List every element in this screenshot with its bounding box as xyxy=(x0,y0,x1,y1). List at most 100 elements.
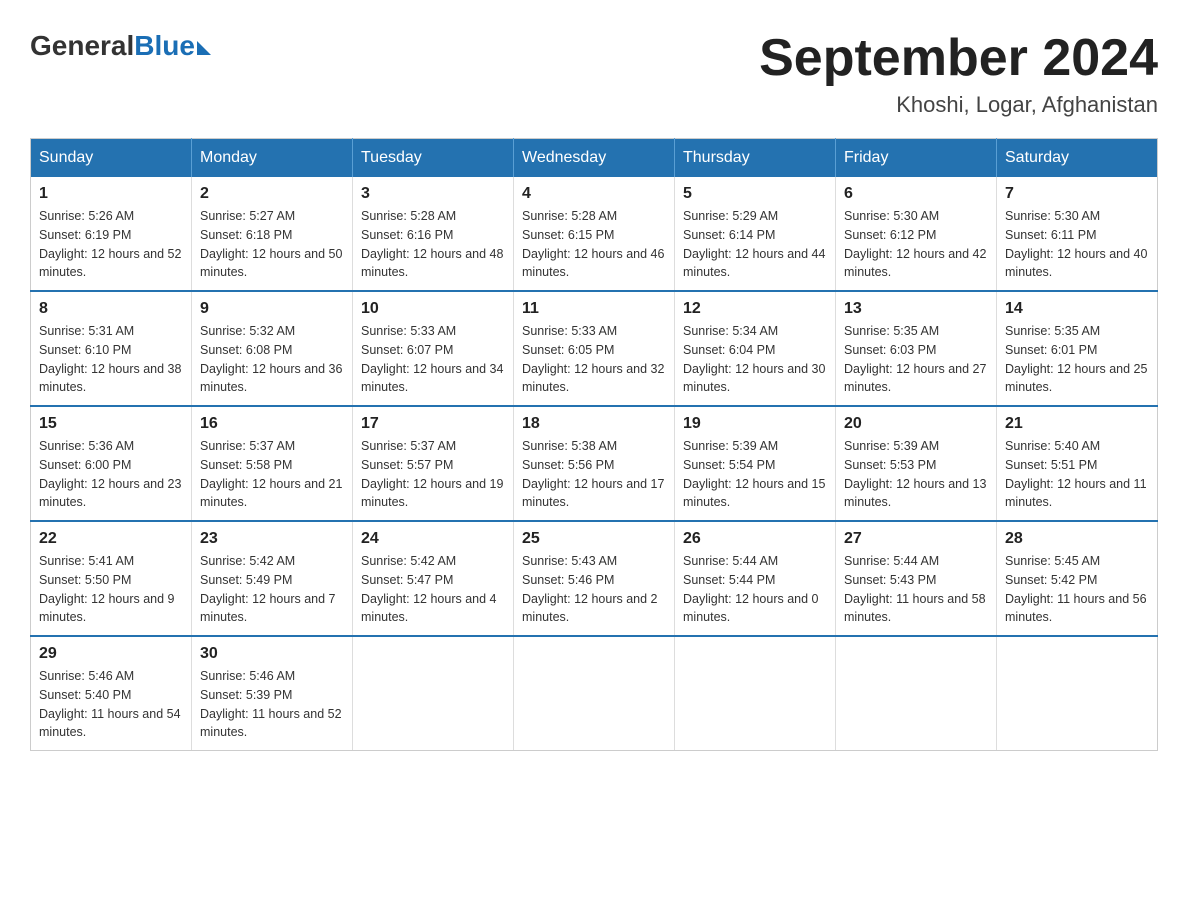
column-header-wednesday: Wednesday xyxy=(514,139,675,178)
day-number: 12 xyxy=(683,300,827,318)
calendar-cell: 3 Sunrise: 5:28 AMSunset: 6:16 PMDayligh… xyxy=(353,177,514,291)
day-number: 6 xyxy=(844,185,988,203)
day-number: 20 xyxy=(844,415,988,433)
day-number: 21 xyxy=(1005,415,1149,433)
day-number: 7 xyxy=(1005,185,1149,203)
day-info: Sunrise: 5:39 AMSunset: 5:54 PMDaylight:… xyxy=(683,439,825,509)
day-info: Sunrise: 5:42 AMSunset: 5:47 PMDaylight:… xyxy=(361,554,497,624)
calendar-cell: 21 Sunrise: 5:40 AMSunset: 5:51 PMDaylig… xyxy=(997,406,1158,521)
calendar-cell xyxy=(675,636,836,751)
calendar-cell: 7 Sunrise: 5:30 AMSunset: 6:11 PMDayligh… xyxy=(997,177,1158,291)
calendar-cell: 19 Sunrise: 5:39 AMSunset: 5:54 PMDaylig… xyxy=(675,406,836,521)
day-info: Sunrise: 5:44 AMSunset: 5:43 PMDaylight:… xyxy=(844,554,986,624)
day-number: 29 xyxy=(39,645,183,663)
calendar-table: SundayMondayTuesdayWednesdayThursdayFrid… xyxy=(30,138,1158,751)
location-subtitle: Khoshi, Logar, Afghanistan xyxy=(759,92,1158,118)
calendar-cell: 25 Sunrise: 5:43 AMSunset: 5:46 PMDaylig… xyxy=(514,521,675,636)
day-info: Sunrise: 5:28 AMSunset: 6:16 PMDaylight:… xyxy=(361,209,503,279)
day-info: Sunrise: 5:46 AMSunset: 5:39 PMDaylight:… xyxy=(200,669,342,739)
calendar-week-row: 15 Sunrise: 5:36 AMSunset: 6:00 PMDaylig… xyxy=(31,406,1158,521)
calendar-cell: 15 Sunrise: 5:36 AMSunset: 6:00 PMDaylig… xyxy=(31,406,192,521)
calendar-week-row: 22 Sunrise: 5:41 AMSunset: 5:50 PMDaylig… xyxy=(31,521,1158,636)
day-info: Sunrise: 5:37 AMSunset: 5:58 PMDaylight:… xyxy=(200,439,342,509)
day-info: Sunrise: 5:43 AMSunset: 5:46 PMDaylight:… xyxy=(522,554,658,624)
day-number: 26 xyxy=(683,530,827,548)
day-number: 22 xyxy=(39,530,183,548)
day-number: 15 xyxy=(39,415,183,433)
calendar-cell xyxy=(353,636,514,751)
calendar-cell: 26 Sunrise: 5:44 AMSunset: 5:44 PMDaylig… xyxy=(675,521,836,636)
day-number: 27 xyxy=(844,530,988,548)
day-number: 11 xyxy=(522,300,666,318)
day-info: Sunrise: 5:33 AMSunset: 6:05 PMDaylight:… xyxy=(522,324,664,394)
logo: General Blue xyxy=(30,30,211,62)
logo-triangle-icon xyxy=(197,41,211,55)
day-info: Sunrise: 5:45 AMSunset: 5:42 PMDaylight:… xyxy=(1005,554,1147,624)
day-info: Sunrise: 5:30 AMSunset: 6:11 PMDaylight:… xyxy=(1005,209,1147,279)
logo-general-text: General xyxy=(30,30,134,62)
calendar-cell: 22 Sunrise: 5:41 AMSunset: 5:50 PMDaylig… xyxy=(31,521,192,636)
day-info: Sunrise: 5:30 AMSunset: 6:12 PMDaylight:… xyxy=(844,209,986,279)
day-number: 19 xyxy=(683,415,827,433)
calendar-cell xyxy=(514,636,675,751)
calendar-header-row: SundayMondayTuesdayWednesdayThursdayFrid… xyxy=(31,139,1158,178)
calendar-cell: 29 Sunrise: 5:46 AMSunset: 5:40 PMDaylig… xyxy=(31,636,192,751)
day-info: Sunrise: 5:35 AMSunset: 6:01 PMDaylight:… xyxy=(1005,324,1147,394)
day-number: 18 xyxy=(522,415,666,433)
day-info: Sunrise: 5:32 AMSunset: 6:08 PMDaylight:… xyxy=(200,324,342,394)
calendar-cell: 5 Sunrise: 5:29 AMSunset: 6:14 PMDayligh… xyxy=(675,177,836,291)
calendar-cell: 17 Sunrise: 5:37 AMSunset: 5:57 PMDaylig… xyxy=(353,406,514,521)
day-info: Sunrise: 5:27 AMSunset: 6:18 PMDaylight:… xyxy=(200,209,342,279)
day-number: 9 xyxy=(200,300,344,318)
day-info: Sunrise: 5:36 AMSunset: 6:00 PMDaylight:… xyxy=(39,439,181,509)
title-section: September 2024 Khoshi, Logar, Afghanista… xyxy=(759,30,1158,118)
calendar-cell: 18 Sunrise: 5:38 AMSunset: 5:56 PMDaylig… xyxy=(514,406,675,521)
calendar-cell: 27 Sunrise: 5:44 AMSunset: 5:43 PMDaylig… xyxy=(836,521,997,636)
calendar-cell: 8 Sunrise: 5:31 AMSunset: 6:10 PMDayligh… xyxy=(31,291,192,406)
day-number: 5 xyxy=(683,185,827,203)
calendar-cell: 24 Sunrise: 5:42 AMSunset: 5:47 PMDaylig… xyxy=(353,521,514,636)
day-number: 13 xyxy=(844,300,988,318)
logo-blue-text: Blue xyxy=(134,30,195,62)
day-info: Sunrise: 5:31 AMSunset: 6:10 PMDaylight:… xyxy=(39,324,181,394)
column-header-tuesday: Tuesday xyxy=(353,139,514,178)
day-number: 2 xyxy=(200,185,344,203)
calendar-cell xyxy=(836,636,997,751)
calendar-cell: 2 Sunrise: 5:27 AMSunset: 6:18 PMDayligh… xyxy=(192,177,353,291)
month-year-title: September 2024 xyxy=(759,30,1158,87)
calendar-cell: 13 Sunrise: 5:35 AMSunset: 6:03 PMDaylig… xyxy=(836,291,997,406)
day-number: 3 xyxy=(361,185,505,203)
calendar-cell: 11 Sunrise: 5:33 AMSunset: 6:05 PMDaylig… xyxy=(514,291,675,406)
column-header-friday: Friday xyxy=(836,139,997,178)
day-info: Sunrise: 5:35 AMSunset: 6:03 PMDaylight:… xyxy=(844,324,986,394)
day-info: Sunrise: 5:34 AMSunset: 6:04 PMDaylight:… xyxy=(683,324,825,394)
day-number: 17 xyxy=(361,415,505,433)
calendar-week-row: 29 Sunrise: 5:46 AMSunset: 5:40 PMDaylig… xyxy=(31,636,1158,751)
day-info: Sunrise: 5:46 AMSunset: 5:40 PMDaylight:… xyxy=(39,669,181,739)
day-info: Sunrise: 5:42 AMSunset: 5:49 PMDaylight:… xyxy=(200,554,336,624)
day-number: 28 xyxy=(1005,530,1149,548)
day-number: 24 xyxy=(361,530,505,548)
calendar-cell: 4 Sunrise: 5:28 AMSunset: 6:15 PMDayligh… xyxy=(514,177,675,291)
day-info: Sunrise: 5:44 AMSunset: 5:44 PMDaylight:… xyxy=(683,554,819,624)
day-info: Sunrise: 5:37 AMSunset: 5:57 PMDaylight:… xyxy=(361,439,503,509)
calendar-cell: 9 Sunrise: 5:32 AMSunset: 6:08 PMDayligh… xyxy=(192,291,353,406)
calendar-cell: 28 Sunrise: 5:45 AMSunset: 5:42 PMDaylig… xyxy=(997,521,1158,636)
calendar-cell: 12 Sunrise: 5:34 AMSunset: 6:04 PMDaylig… xyxy=(675,291,836,406)
calendar-cell xyxy=(997,636,1158,751)
calendar-cell: 10 Sunrise: 5:33 AMSunset: 6:07 PMDaylig… xyxy=(353,291,514,406)
calendar-cell: 23 Sunrise: 5:42 AMSunset: 5:49 PMDaylig… xyxy=(192,521,353,636)
column-header-sunday: Sunday xyxy=(31,139,192,178)
calendar-cell: 30 Sunrise: 5:46 AMSunset: 5:39 PMDaylig… xyxy=(192,636,353,751)
day-number: 23 xyxy=(200,530,344,548)
calendar-week-row: 8 Sunrise: 5:31 AMSunset: 6:10 PMDayligh… xyxy=(31,291,1158,406)
day-number: 1 xyxy=(39,185,183,203)
column-header-saturday: Saturday xyxy=(997,139,1158,178)
day-number: 30 xyxy=(200,645,344,663)
calendar-cell: 20 Sunrise: 5:39 AMSunset: 5:53 PMDaylig… xyxy=(836,406,997,521)
calendar-cell: 14 Sunrise: 5:35 AMSunset: 6:01 PMDaylig… xyxy=(997,291,1158,406)
day-info: Sunrise: 5:40 AMSunset: 5:51 PMDaylight:… xyxy=(1005,439,1147,509)
day-number: 16 xyxy=(200,415,344,433)
calendar-week-row: 1 Sunrise: 5:26 AMSunset: 6:19 PMDayligh… xyxy=(31,177,1158,291)
day-info: Sunrise: 5:41 AMSunset: 5:50 PMDaylight:… xyxy=(39,554,175,624)
